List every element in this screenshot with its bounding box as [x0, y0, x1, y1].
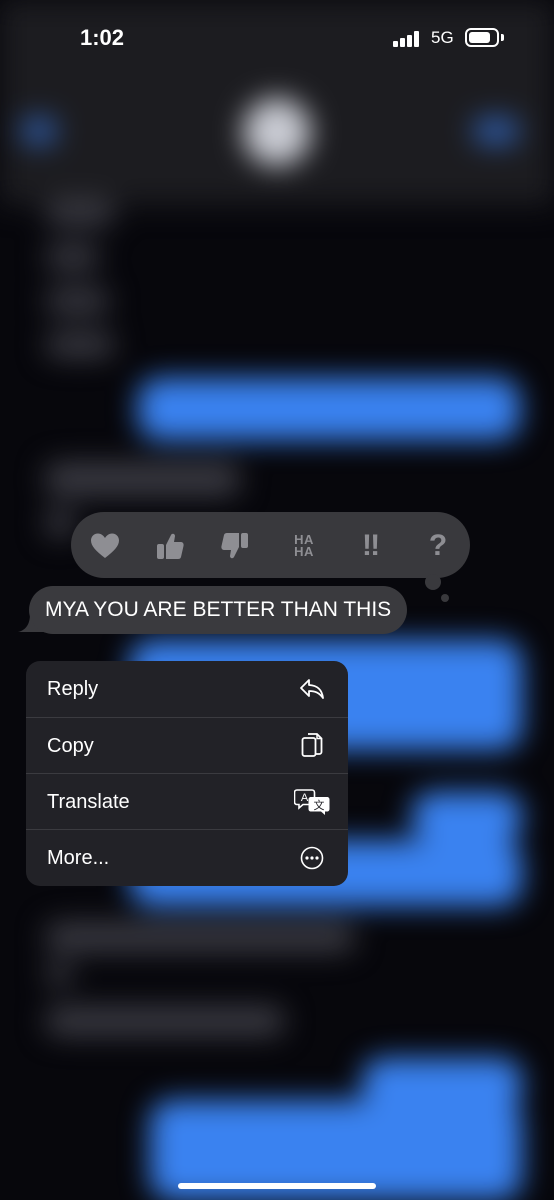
menu-item-translate[interactable]: Translate A文 [26, 774, 348, 830]
menu-item-more[interactable]: More... [26, 830, 348, 886]
tapback-bar: HA HA ‼ ? [71, 512, 470, 578]
menu-item-reply[interactable]: Reply [26, 661, 348, 717]
home-indicator[interactable] [178, 1183, 376, 1189]
contact-avatar [243, 98, 311, 166]
menu-item-copy[interactable]: Copy [26, 718, 348, 774]
heart-icon[interactable] [87, 528, 123, 564]
message-text: MYA YOU ARE BETTER THAN THIS [45, 598, 392, 621]
selected-message-bubble[interactable]: MYA YOU ARE BETTER THAN THIS [29, 586, 408, 634]
tapback-tail-small [441, 594, 449, 602]
ellipsis-circle-icon [298, 844, 326, 872]
menu-label: Reply [47, 677, 99, 700]
svg-text:文: 文 [314, 798, 325, 812]
menu-label: Copy [47, 734, 94, 757]
facetime-button [474, 118, 518, 144]
translate-icon: A文 [294, 788, 330, 816]
question-icon[interactable]: ? [420, 528, 456, 564]
thumbs-up-icon[interactable] [152, 528, 188, 564]
message-context-menu: Reply Copy Translate A文 More... [26, 661, 348, 886]
back-button [22, 118, 56, 144]
menu-label: More... [47, 846, 110, 869]
battery-icon [465, 28, 499, 47]
status-time: 1:02 [80, 25, 125, 50]
thumbs-down-icon[interactable] [217, 528, 253, 564]
exclamation-icon[interactable]: ‼ [353, 528, 389, 564]
copy-icon [298, 732, 326, 760]
status-bar: 1:02 5G [0, 0, 554, 80]
battery-tip [501, 34, 504, 41]
network-type: 5G [431, 28, 454, 47]
reply-arrow-icon [298, 675, 326, 703]
tapback-tail [425, 574, 441, 590]
haha-icon[interactable]: HA HA [286, 528, 322, 564]
svg-text:A: A [301, 792, 309, 804]
menu-label: Translate [47, 790, 130, 813]
cellular-signal-icon [393, 31, 423, 47]
